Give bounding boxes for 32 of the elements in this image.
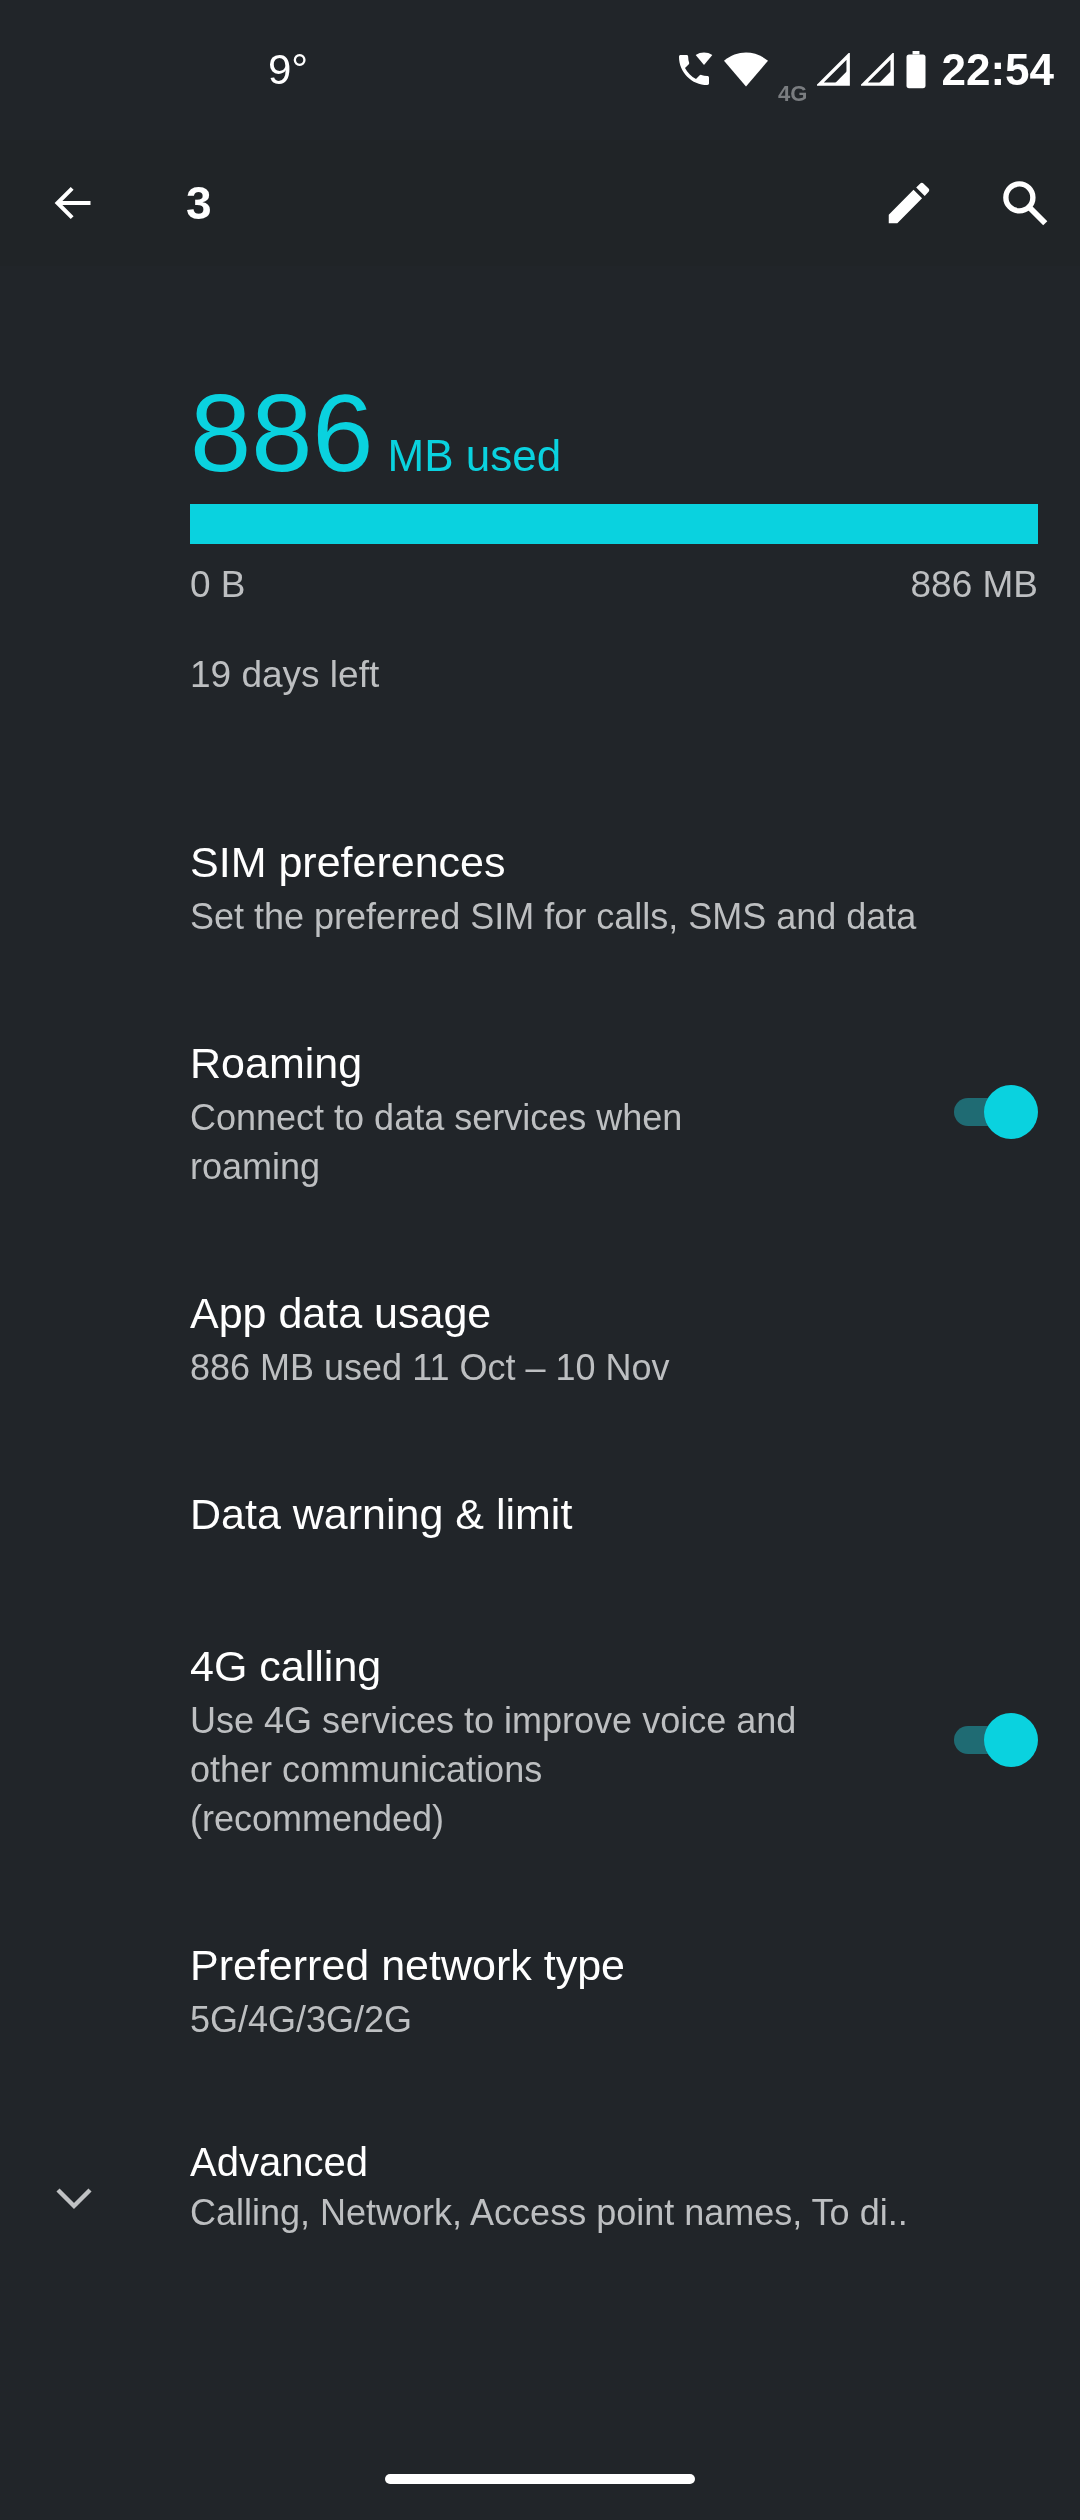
network-type-label: 4G [778,81,808,107]
setting-item[interactable]: 4G calling Use 4G services to improve voice and other communications (recommended) [0,1590,1080,1889]
bar-max-label: 886 MB [910,564,1038,606]
signal-icon [861,53,896,87]
clock-time: 22:54 [941,45,1054,95]
data-used-unit: MB used [387,431,562,481]
setting-summary: Set the preferred SIM for calls, SMS and data [190,895,918,939]
setting-summary: 886 MB used 11 Oct – 10 Nov [190,1346,671,1390]
setting-summary: Use 4G services to improve voice and other communications (recommended) [190,1699,798,1841]
battery-icon [905,51,928,89]
setting-title: Data warning & limit [190,1489,574,1540]
setting-item[interactable]: Advanced Calling, Network, Access point names, To di.. [0,2090,1080,2283]
setting-title: App data usage [190,1288,493,1339]
setting-item[interactable]: Data warning & limit [0,1438,1080,1590]
setting-item[interactable]: Preferred network type 5G/4G/3G/2G [0,1889,1080,2090]
days-left-text: 19 days left [190,654,381,696]
weather-temperature: 9° [268,46,309,94]
setting-title: Roaming [190,1038,364,1089]
data-used-amount: 886 [190,378,374,488]
setting-title: Preferred network type [190,1940,626,1991]
signal-icon [817,53,852,87]
setting-title: 4G calling [190,1641,383,1692]
page-title: 3 [186,176,212,230]
setting-item[interactable]: Roaming Connect to data services when roaming [0,987,1080,1237]
setting-summary: Connect to data services when roaming [190,1096,684,1189]
setting-summary: Calling, Network, Access point names, To di.. [190,2191,909,2235]
setting-title: Advanced [190,2139,369,2186]
setting-item[interactable]: SIM preferences Set the preferred SIM for calls, SMS and data [0,786,1080,987]
setting-title: SIM preferences [190,837,507,888]
setting-item[interactable]: App data usage 886 MB used 11 Oct – 10 Nov [0,1237,1080,1438]
setting-summary: 5G/4G/3G/2G [190,1998,414,2042]
bar-min-label: 0 B [190,564,246,606]
